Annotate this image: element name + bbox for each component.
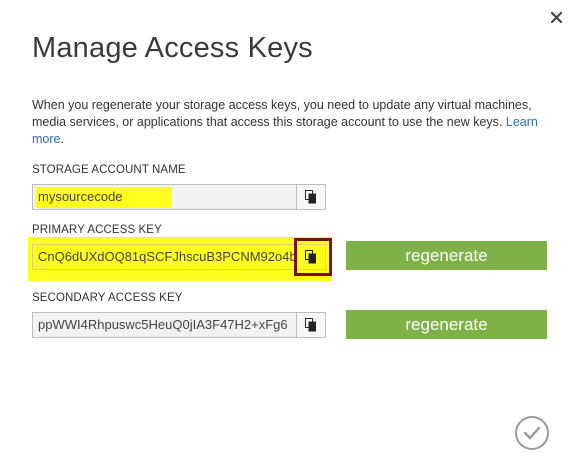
primary-access-key-field[interactable]: CnQ6dUXdOQ81qSCFJhscuB3PCNM92o4b (32, 244, 296, 270)
secondary-access-key-label: SECONDARY ACCESS KEY (32, 292, 183, 304)
storage-account-name-label: STORAGE ACCOUNT NAME (32, 164, 186, 176)
description-text: When you regenerate your storage access … (32, 98, 532, 129)
copy-storage-name-button[interactable] (296, 184, 326, 210)
copy-icon (305, 318, 316, 332)
storage-account-name-field[interactable]: mysourcecode (32, 184, 296, 210)
dialog-title: Manage Access Keys (32, 32, 313, 64)
secondary-access-key-value: ppWWI4Rhpuswc5HeuQ0jIA3F47H2+xFg6 (38, 317, 288, 332)
regenerate-secondary-button[interactable]: regenerate (346, 310, 547, 339)
primary-access-key-value: CnQ6dUXdOQ81qSCFJhscuB3PCNM92o4b (38, 249, 296, 264)
checkmark-icon[interactable] (515, 416, 549, 450)
dialog-description: When you regenerate your storage access … (32, 98, 538, 146)
secondary-access-key-field[interactable]: ppWWI4Rhpuswc5HeuQ0jIA3F47H2+xFg6 (32, 312, 296, 338)
close-icon[interactable] (547, 8, 565, 26)
copy-secondary-key-button[interactable] (296, 312, 326, 338)
copy-icon (305, 190, 316, 204)
copy-button-highlight-box (294, 238, 332, 276)
storage-account-name-value: mysourcecode (38, 189, 123, 204)
regenerate-primary-button[interactable]: regenerate (346, 241, 547, 270)
primary-access-key-label: PRIMARY ACCESS KEY (32, 224, 162, 236)
